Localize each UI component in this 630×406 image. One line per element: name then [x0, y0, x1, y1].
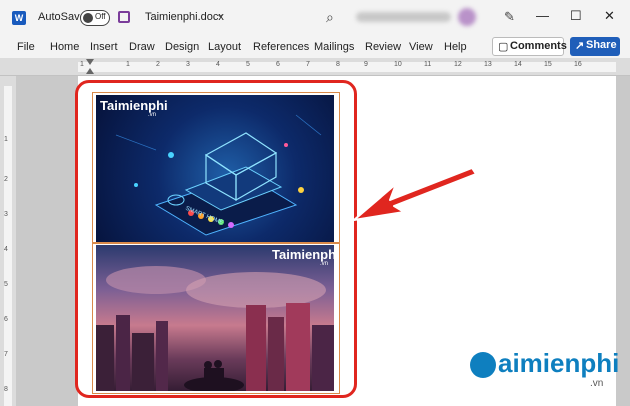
ruler-label: 2 [156, 61, 160, 68]
ruler-label: 11 [424, 61, 432, 68]
tab-review[interactable]: Review [365, 41, 401, 53]
ruler-label: 6 [4, 316, 8, 323]
ruler-label: 5 [4, 281, 8, 288]
pen-icon[interactable]: ✎ [504, 9, 515, 25]
share-button[interactable]: ↗ Share [570, 37, 620, 56]
autosave-label: AutoSave [38, 11, 86, 23]
horizontal-ruler[interactable]: 1 1 2 3 4 5 6 7 8 9 10 11 12 13 14 15 16 [0, 58, 630, 76]
comments-label: Comments [510, 40, 567, 52]
first-line-indent-marker[interactable] [86, 59, 94, 65]
tab-insert[interactable]: Insert [90, 41, 118, 53]
ruler-label: 8 [336, 61, 340, 68]
taimienphi-watermark-icon [470, 352, 496, 378]
autosave-toggle[interactable]: Off [80, 10, 110, 26]
ruler-label: 13 [484, 61, 492, 68]
ruler-label: 2 [4, 176, 8, 183]
red-highlight-box [75, 80, 357, 398]
ruler-label: 3 [4, 211, 8, 218]
chevron-down-icon[interactable]: ⌄ [216, 9, 224, 20]
word-app-icon: W [12, 11, 26, 25]
autosave-state: Off [95, 12, 106, 21]
avatar[interactable] [458, 8, 476, 26]
ruler-label: 14 [514, 61, 522, 68]
share-icon: ↗ [575, 40, 585, 52]
ruler-label: 9 [364, 61, 368, 68]
comment-icon: ▢ [498, 41, 509, 53]
tab-help[interactable]: Help [444, 41, 467, 53]
tab-file[interactable]: File [17, 41, 35, 53]
ruler-label: 4 [216, 61, 220, 68]
comments-button[interactable]: ▢ Comments [492, 37, 567, 56]
ruler-label: 10 [394, 61, 402, 68]
ruler-label: 12 [454, 61, 462, 68]
search-icon[interactable]: ⌕ [326, 9, 334, 26]
ruler-label: 6 [276, 61, 280, 68]
tab-mailings[interactable]: Mailings [314, 41, 354, 53]
toggle-knob [83, 13, 93, 23]
minimize-button[interactable]: — [536, 8, 549, 23]
tab-design[interactable]: Design [165, 41, 199, 53]
watermark-suffix: .vn [590, 378, 604, 389]
ruler-label: 15 [544, 61, 552, 68]
red-arrow-annotation [353, 167, 477, 221]
maximize-button[interactable]: ☐ [570, 8, 582, 24]
word-window: W AutoSave Off Taimienphi.docx ⌄ ⌕ ✎ — ☐… [0, 0, 630, 406]
save-icon[interactable] [118, 11, 130, 23]
tab-home[interactable]: Home [50, 41, 79, 53]
share-label: Share [586, 39, 617, 51]
tab-view[interactable]: View [409, 41, 433, 53]
blurred-user-name [356, 12, 451, 22]
title-bar: W AutoSave Off Taimienphi.docx ⌄ ⌕ ✎ — ☐… [0, 0, 630, 36]
vertical-ruler[interactable]: 1 2 3 4 5 6 7 8 [0, 76, 16, 406]
ruler-label: 8 [4, 386, 8, 393]
ruler-label: 1 [126, 61, 130, 68]
ruler-label: 7 [306, 61, 310, 68]
tab-draw[interactable]: Draw [129, 41, 155, 53]
tab-layout[interactable]: Layout [208, 41, 241, 53]
close-button[interactable]: ✕ [604, 8, 615, 24]
ruler-label: 7 [4, 351, 8, 358]
ruler-label: 16 [574, 61, 582, 68]
ribbon-tabs: File Home Insert Draw Design Layout Refe… [0, 36, 630, 58]
ruler-label: 5 [246, 61, 250, 68]
ruler-label: 1 [4, 136, 8, 143]
ruler-label: 1 [80, 61, 84, 68]
taimienphi-watermark: aimienphi [498, 348, 620, 378]
document-filename[interactable]: Taimienphi.docx [145, 11, 224, 23]
tab-references[interactable]: References [253, 41, 309, 53]
hanging-indent-marker[interactable] [86, 68, 94, 74]
ruler-label: 4 [4, 246, 8, 253]
ruler-label: 3 [186, 61, 190, 68]
